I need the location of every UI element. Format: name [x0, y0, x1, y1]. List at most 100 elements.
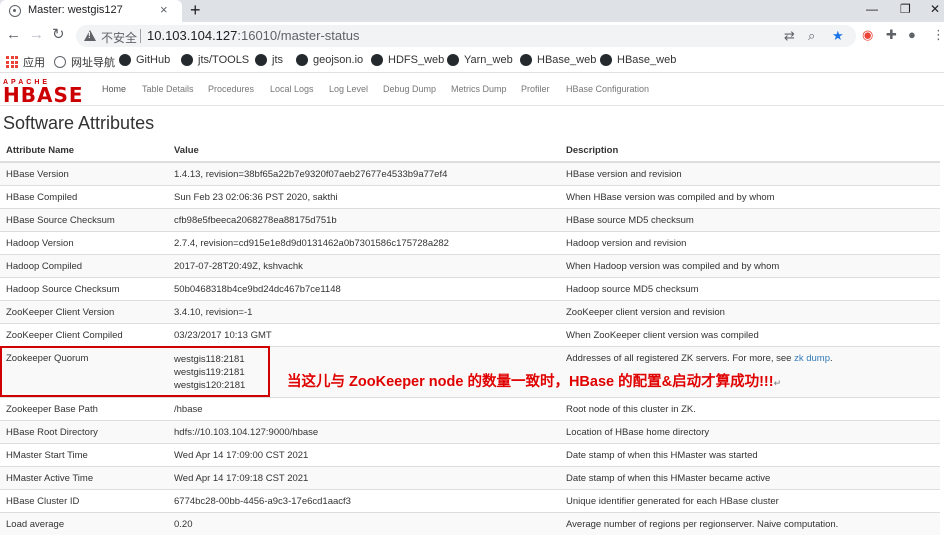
github-icon — [371, 54, 383, 66]
profile-avatar-icon[interactable]: ● — [908, 27, 916, 42]
table-row: HBase Source Checksum cfb98e5fbeeca206827… — [0, 207, 940, 231]
nav-profiler[interactable]: Profiler — [521, 84, 550, 94]
bookmark-jts[interactable]: jts — [255, 54, 283, 66]
bookmark-label: HBase_web — [617, 54, 677, 66]
cell-desc: HBase version and revision — [560, 161, 940, 185]
github-icon — [119, 54, 131, 66]
table-row: HBase Version 1.4.13, revision=38bf65a22b… — [0, 161, 940, 185]
quorum-desc-end: . — [830, 352, 833, 364]
restore-button[interactable]: ❐ — [900, 2, 911, 16]
nav-table-details[interactable]: Table Details — [142, 84, 194, 94]
close-tab-icon[interactable]: × — [160, 2, 168, 17]
nav-log-level[interactable]: Log Level — [329, 84, 368, 94]
security-label[interactable]: 不安全 — [101, 29, 137, 46]
cell-desc: Date stamp of when this HMaster became a… — [560, 465, 940, 489]
reload-icon[interactable]: ↻ — [52, 27, 65, 43]
bookmark-yarn[interactable]: Yarn_web — [447, 54, 513, 66]
translate-icon[interactable]: ⇄ — [784, 28, 795, 44]
logo-hbase-text: HBASE — [3, 83, 84, 107]
forward-arrow-icon[interactable]: → — [29, 27, 44, 43]
nav-local-logs[interactable]: Local Logs — [270, 84, 314, 94]
bookmark-label: GitHub — [136, 54, 171, 66]
url-text[interactable]: 10.103.104.127:16010/master-status — [147, 28, 360, 43]
nav-procedures[interactable]: Procedures — [208, 84, 254, 94]
address-bar[interactable]: 不安全 10.103.104.127:16010/master-status ⇄… — [76, 25, 856, 47]
cell-desc: ZooKeeper client version and revision — [560, 299, 940, 323]
url-path: :16010/master-status — [237, 28, 360, 43]
tab-title: Master: westgis127 — [28, 4, 123, 16]
header-description: Description — [560, 139, 940, 163]
software-attributes-table: Attribute Name Value Description HBase V… — [0, 139, 940, 535]
cell-desc: When HBase version was compiled and by w… — [560, 184, 940, 208]
bookmarks-bar: 应用 网址导航 GitHub jts/TOOLS jts geojson.io … — [0, 50, 944, 73]
bookmark-label: geojson.io — [313, 54, 364, 66]
cell-desc: HBase source MD5 checksum — [560, 207, 940, 231]
bookmark-apps[interactable]: 应用 — [6, 54, 45, 70]
hbase-logo[interactable]: APACHE HBASE — [3, 79, 85, 107]
minimize-button[interactable]: — — [866, 2, 878, 16]
bookmark-label: jts — [272, 54, 283, 66]
cell-name: HBase Version — [0, 161, 168, 185]
nav-hbase-configuration[interactable]: HBase Configuration — [566, 84, 649, 94]
hbase-navbar: APACHE HBASE Home Table Details Procedur… — [0, 73, 944, 106]
table-row: ZooKeeper Client Version 3.4.10, revision… — [0, 299, 940, 323]
table-row: ZooKeeper Client Compiled 03/23/2017 10:1… — [0, 322, 940, 346]
cell-value: hdfs://10.103.104.127:9000/hbase — [168, 419, 560, 443]
cell-desc: Average number of regions per regionserv… — [560, 511, 940, 535]
cell-value: 03/23/2017 10:13 GMT — [168, 322, 560, 346]
table-row: Hadoop Compiled 2017-07-28T20:49Z, kshvac… — [0, 253, 940, 277]
zoom-icon[interactable]: ⌕ — [808, 28, 815, 44]
paragraph-mark: ↵ — [773, 378, 782, 388]
table-row: HBase Compiled Sun Feb 23 02:06:36 PST 20… — [0, 184, 940, 208]
extensions-puzzle-icon[interactable]: ✚ — [886, 27, 897, 43]
globe-icon — [54, 56, 66, 68]
table-row: Hadoop Source Checksum 50b0468318b4ce9bd2… — [0, 276, 940, 300]
geojson-icon — [296, 54, 308, 66]
cell-value: 2017-07-28T20:49Z, kshvachk — [168, 253, 560, 277]
menu-kebab-icon[interactable]: ⋮ — [932, 27, 944, 43]
annotation-text: 当这儿与 ZooKeeper node 的数量一致时，HBase 的配置&启动才… — [287, 374, 774, 390]
cell-value: Sun Feb 23 02:06:36 PST 2020, sakthi — [168, 184, 560, 208]
nav-home[interactable]: Home — [102, 84, 126, 94]
bookmark-hbase-1[interactable]: HBase_web — [520, 54, 596, 66]
table-row: HMaster Active Time Wed Apr 14 17:09:18 C… — [0, 465, 940, 489]
browser-tab[interactable]: Master: westgis127 × — [0, 0, 182, 22]
cell-value: 3.4.10, revision=-1 — [168, 299, 560, 323]
bookmark-github[interactable]: GitHub — [119, 54, 170, 66]
cell-desc: Date stamp of when this HMaster was star… — [560, 442, 940, 466]
nav-metrics-dump[interactable]: Metrics Dump — [451, 84, 507, 94]
bookmark-geojson[interactable]: geojson.io — [296, 54, 363, 66]
cell-value: 1.4.13, revision=38bf65a22b7e9320f07aeb2… — [168, 161, 560, 185]
extension-chrome-icon[interactable]: ◉ — [862, 27, 873, 43]
bookmark-star-icon[interactable]: ★ — [832, 28, 844, 44]
warning-icon[interactable] — [84, 30, 96, 41]
github-icon — [181, 54, 193, 66]
new-tab-button[interactable]: + — [190, 0, 201, 20]
nav-debug-dump[interactable]: Debug Dump — [383, 84, 436, 94]
bookmark-nav[interactable]: 网址导航 — [54, 54, 115, 70]
zk-dump-link[interactable]: zk dump — [794, 353, 830, 364]
close-window-button[interactable]: ✕ — [930, 2, 940, 16]
divider — [140, 29, 141, 43]
annotation-note: 当这儿与 ZooKeeper node 的数量一致时，HBase 的配置&启动才… — [287, 370, 781, 391]
bookmark-jts-tools[interactable]: jts/TOOLS — [181, 54, 249, 66]
bookmark-label: 应用 — [23, 57, 45, 69]
cell-desc: When Hadoop version was compiled and by … — [560, 253, 940, 277]
github-icon — [447, 54, 459, 66]
cell-name: Hadoop Compiled — [0, 253, 168, 277]
table-row: Hadoop Version 2.7.4, revision=cd915e1e8d… — [0, 230, 940, 254]
cell-value: cfb98e5fbeeca2068278ea88175d751b — [168, 207, 560, 231]
bookmark-hbase-2[interactable]: HBase_web — [600, 54, 676, 66]
back-arrow-icon[interactable]: ← — [6, 27, 21, 43]
bookmark-hdfs[interactable]: HDFS_web — [371, 54, 444, 66]
page-title: Software Attributes — [3, 113, 155, 133]
cell-name: HBase Cluster ID — [0, 488, 168, 512]
cell-name: Load average — [0, 511, 168, 535]
cell-desc: Root node of this cluster in ZK. — [560, 396, 940, 420]
cell-name: HBase Compiled — [0, 184, 168, 208]
bookmark-label: HDFS_web — [388, 54, 445, 66]
github-icon — [600, 54, 612, 66]
cell-desc: Location of HBase home directory — [560, 419, 940, 443]
cell-value: /hbase — [168, 396, 560, 420]
table-row: HBase Cluster ID 6774bc28-00bb-4456-a9c3-… — [0, 488, 940, 512]
